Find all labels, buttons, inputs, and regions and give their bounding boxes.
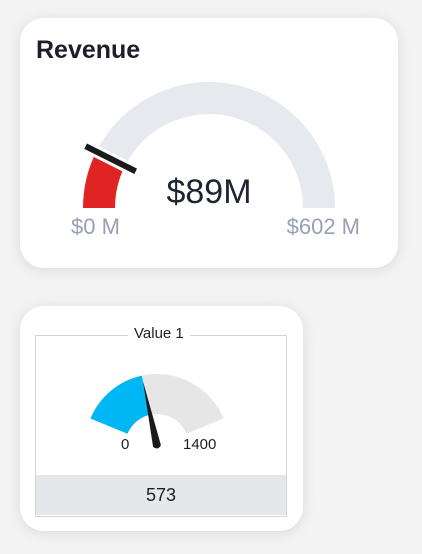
revenue-max-label: $602 M [286, 214, 360, 239]
value-min-label: 0 [121, 436, 130, 453]
revenue-value: $89M [166, 173, 252, 211]
revenue-min-label: $0 M [71, 214, 120, 239]
revenue-card: Revenue $89M $0 M $602 M [20, 18, 398, 268]
value-gauge-fill [90, 375, 151, 434]
value-card: Value 1 0 1400 573 [20, 306, 303, 531]
value-readout: 573 [36, 475, 286, 515]
value-max-label: 1400 [183, 436, 217, 453]
